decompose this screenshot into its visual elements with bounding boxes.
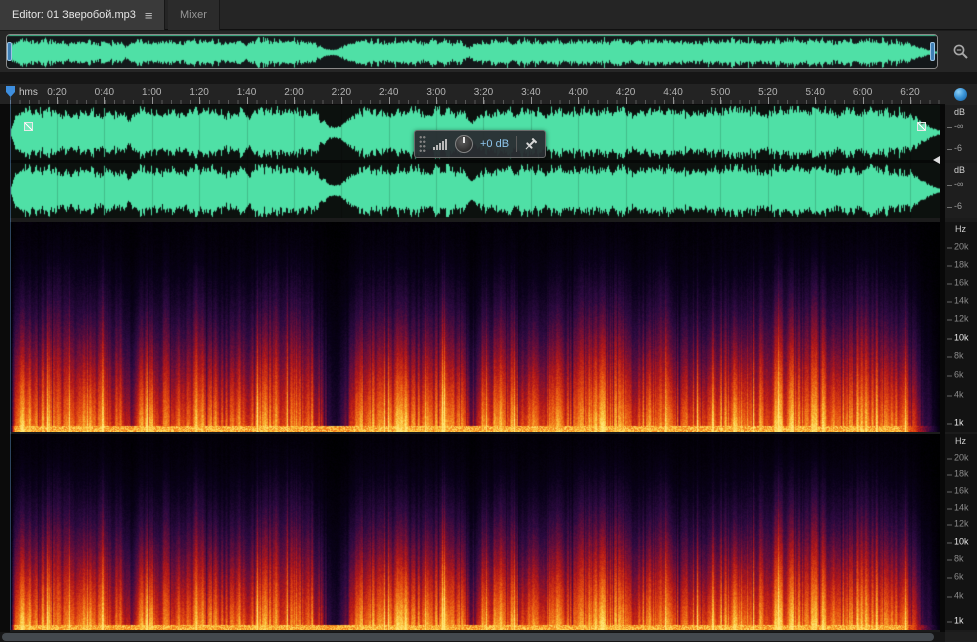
db-tick-label: -6: [946, 143, 963, 153]
gain-value[interactable]: +0 dB: [480, 138, 509, 150]
hz-tick-label: 8k: [947, 553, 964, 564]
horizontal-scrollbar[interactable]: [0, 632, 945, 642]
hz-tick-label: 14k: [947, 295, 969, 306]
waveform-display[interactable]: [10, 105, 940, 218]
timeline-tick-mark: [815, 97, 817, 104]
timeline-tick-mark: [673, 97, 675, 104]
db-scale-right[interactable]: dB -∞ -6: [945, 163, 977, 218]
hz-tick-label: 12k: [947, 518, 969, 529]
timeline-tick-mark: [862, 97, 864, 104]
hz-tick-label: 14k: [947, 502, 969, 513]
panel-tab-bar: Editor: 01 Зверобой.mp3 ≡ Mixer: [0, 0, 977, 30]
hud-separator: [516, 136, 518, 152]
hz-scale-right[interactable]: Hz 20k 18k 16k 14k 12k 10k 8k 6k 4k 1k: [945, 434, 977, 630]
tab-mixer[interactable]: Mixer: [168, 0, 220, 30]
hz-tick-label: 10k: [947, 332, 969, 343]
overview-waveform-canvas: [7, 35, 937, 68]
hz-tick-label: 1k: [947, 615, 964, 626]
zoom-navigator-icon[interactable]: [952, 43, 970, 61]
hz-tick-label: 18k: [947, 259, 969, 270]
db-tick-label: -6: [946, 201, 963, 211]
hz-tick-label: 6k: [947, 369, 964, 380]
hz-tick-label: 6k: [947, 571, 964, 582]
hz-tick-label: 1k: [947, 417, 964, 428]
timeline-tick-mark: [151, 97, 153, 104]
timeline-tick-mark: [625, 97, 627, 104]
hz-tick-label: 20k: [947, 241, 969, 252]
level-meter-icon: [433, 139, 447, 150]
hud-drag-handle[interactable]: [419, 135, 426, 153]
db-unit-label: dB: [954, 107, 966, 117]
timeline-tick-mark: [104, 97, 106, 104]
fade-out-handle[interactable]: [917, 122, 926, 131]
scrollbar-thumb[interactable]: [2, 633, 934, 641]
panel-menu-icon[interactable]: ≡: [145, 9, 153, 22]
timeline-tick-mark: [293, 97, 295, 104]
hz-tick-label: 4k: [947, 590, 964, 601]
audition-editor-window: Editor: 01 Зверобой.mp3 ≡ Mixer hms 0:20…: [0, 0, 977, 642]
hz-unit-label: Hz: [955, 436, 966, 446]
waveform-right-channel[interactable]: [10, 163, 940, 218]
spectrogram-right-channel[interactable]: [10, 434, 940, 630]
headphones-icon[interactable]: [954, 88, 967, 101]
hz-scale-left[interactable]: Hz 20k 18k 16k 14k 12k 10k 8k 6k 4k 1k: [945, 222, 977, 432]
db-scale-left[interactable]: dB -∞ -6: [945, 105, 977, 160]
hz-tick-label: 18k: [947, 468, 969, 479]
timeline-unit-label: hms: [19, 87, 38, 98]
hz-tick-label: 16k: [947, 277, 969, 288]
zoom-navigator: [0, 31, 945, 72]
tab-mixer-label: Mixer: [180, 9, 207, 21]
fade-in-handle[interactable]: [24, 122, 33, 131]
timeline-tick-mark: [199, 97, 201, 104]
hz-unit-label: Hz: [955, 224, 966, 234]
scrollbar-corner: [945, 632, 977, 642]
hz-tick-label: 8k: [947, 350, 964, 361]
timeline-tick-mark: [720, 97, 722, 104]
timeline-tick-mark: [909, 97, 911, 104]
hz-tick-label: 16k: [947, 485, 969, 496]
navigator-viewport[interactable]: [6, 34, 938, 69]
timeline-tick-mark: [578, 97, 580, 104]
hz-tick-label: 10k: [947, 536, 969, 547]
hz-tick-label: 20k: [947, 452, 969, 463]
db-unit-label: dB: [954, 165, 966, 175]
timeline-tick-mark: [483, 97, 485, 104]
panel-divider: [0, 72, 977, 84]
spectrogram-left-channel[interactable]: [10, 222, 940, 432]
hz-tick-label: 12k: [947, 313, 969, 324]
hz-tick-label: 4k: [947, 389, 964, 400]
timeline-tick-mark: [388, 97, 390, 104]
db-tick-label: -∞: [946, 179, 964, 189]
navigator-zoom-cell: [945, 31, 977, 72]
timeline-tick-mark: [341, 97, 343, 104]
timeline-tick-mark: [436, 97, 438, 104]
timeline-minor-ticks: [10, 100, 942, 104]
timeline-tick-mark: [530, 97, 532, 104]
timeline-tick-mark: [767, 97, 769, 104]
gain-knob[interactable]: [455, 135, 473, 153]
gain-hud[interactable]: +0 dB: [414, 130, 547, 158]
timeline-ruler[interactable]: hms 0:20 0:40 1:00 1:20 1:40 2:00 2:20 2:40 3:00…: [0, 84, 945, 105]
tab-editor[interactable]: Editor: 01 Зверобой.mp3 ≡: [0, 0, 166, 30]
track-left-gutter: [0, 105, 10, 632]
pin-icon[interactable]: [524, 137, 538, 151]
navigator-right-handle[interactable]: [930, 42, 935, 61]
navigator-left-handle[interactable]: [7, 42, 12, 61]
timeline-tick-mark: [246, 97, 248, 104]
playhead-line: [10, 97, 11, 630]
timeline-tick-mark: [56, 97, 58, 104]
amplitude-scale-arrow[interactable]: [933, 156, 940, 164]
db-tick-label: -∞: [946, 121, 964, 131]
tab-editor-label: Editor: 01 Зверобой.mp3: [12, 9, 136, 21]
